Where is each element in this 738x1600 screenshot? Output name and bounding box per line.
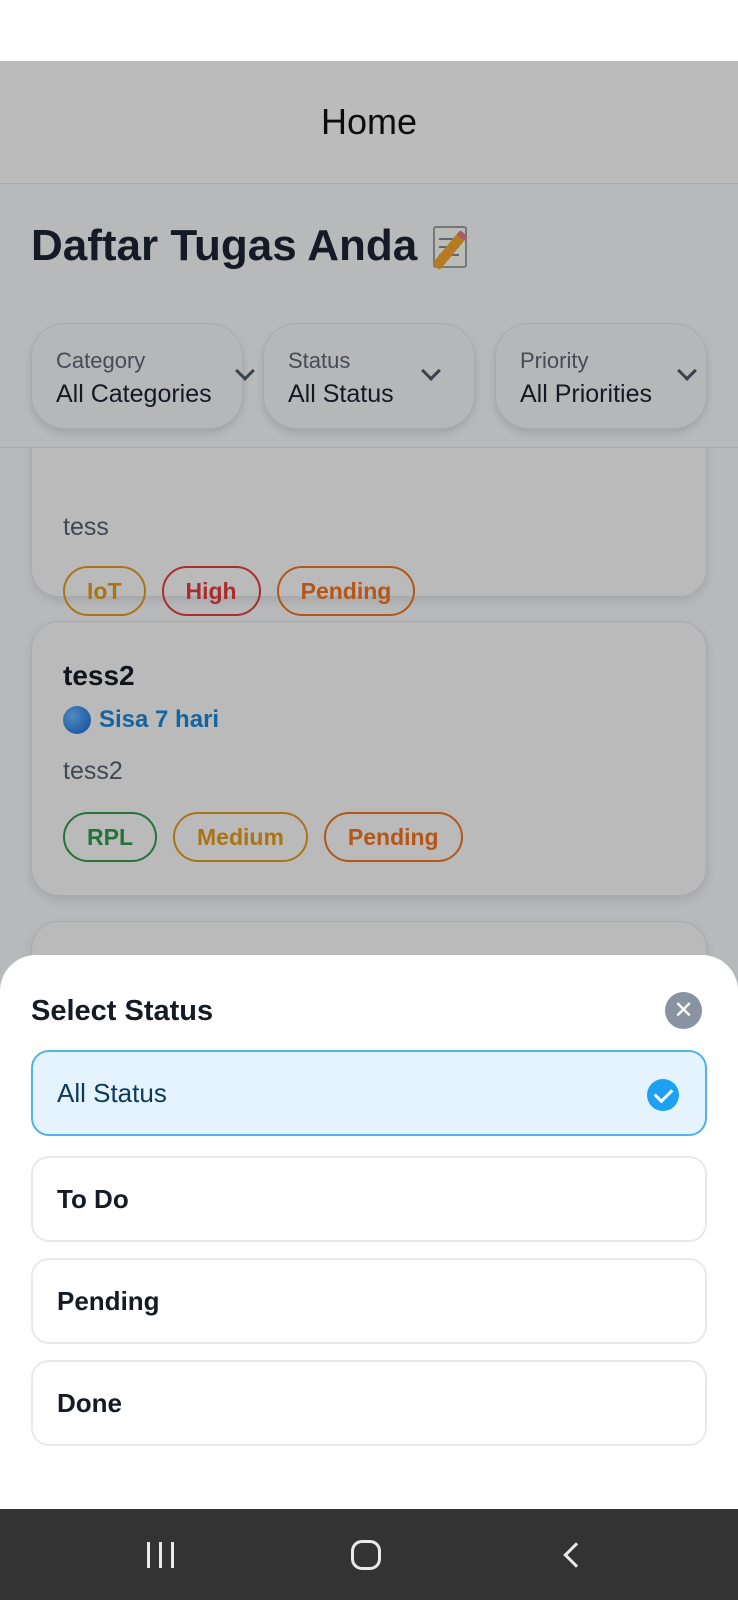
check-circle-icon: [647, 1079, 679, 1111]
system-nav-bar: [0, 1509, 738, 1600]
recents-button[interactable]: [100, 1509, 220, 1600]
status-bar: [0, 0, 738, 61]
status-option-done[interactable]: Done: [31, 1360, 707, 1446]
sheet-title: Select Status: [31, 995, 214, 1027]
status-bottom-sheet: Select Status ✕ All Status To Do Pending…: [0, 955, 738, 1509]
recents-icon: [146, 1541, 174, 1568]
option-label: To Do: [57, 1183, 129, 1214]
back-icon: [563, 1541, 589, 1568]
close-icon: ✕: [673, 997, 694, 1024]
option-label: All Status: [57, 1077, 167, 1108]
home-button[interactable]: [306, 1509, 426, 1600]
back-button[interactable]: [512, 1509, 632, 1600]
option-label: Done: [57, 1387, 122, 1418]
status-option-pending[interactable]: Pending: [31, 1258, 707, 1344]
status-option-todo[interactable]: To Do: [31, 1156, 707, 1242]
option-label: Pending: [57, 1285, 160, 1316]
close-button[interactable]: ✕: [665, 992, 702, 1029]
home-icon: [351, 1539, 381, 1570]
status-option-all[interactable]: All Status: [31, 1050, 707, 1136]
